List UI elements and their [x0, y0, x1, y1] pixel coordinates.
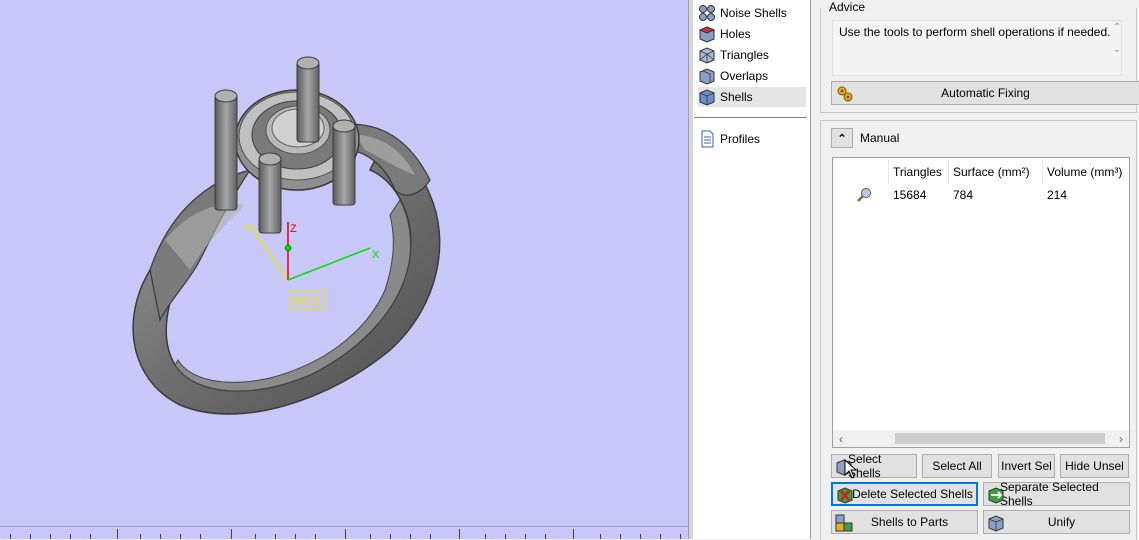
viewport-ruler — [0, 526, 688, 539]
invert-selection-button[interactable]: Invert Sel — [998, 454, 1055, 478]
axis-z-label: Z — [290, 223, 297, 235]
table-header-surface[interactable]: Surface (mm²) — [949, 160, 1043, 184]
mouse-cursor-icon — [844, 459, 858, 479]
holes-icon — [698, 26, 716, 43]
manual-label: Manual — [860, 131, 900, 145]
tree-item-overlaps[interactable]: Overlaps — [698, 66, 806, 86]
separate-shells-icon — [988, 487, 1004, 504]
unify-icon — [988, 515, 1004, 532]
magnifier-icon — [851, 186, 873, 204]
tree-item-label: Shells — [720, 90, 753, 104]
tree-item-label: Profiles — [720, 132, 761, 146]
table-header-triangles[interactable]: Triangles — [889, 160, 949, 184]
separate-selected-shells-button[interactable]: Separate Selected Shells — [983, 480, 1130, 508]
shells-to-parts-button[interactable]: Shells to Parts — [831, 510, 978, 534]
tree-item-label: Triangles — [720, 48, 769, 62]
cell-surface: 784 — [953, 188, 974, 202]
tree-item-label: Noise Shells — [720, 6, 787, 20]
noise-shells-icon — [699, 5, 715, 21]
invert-sel-label: Invert Sel — [1001, 459, 1052, 473]
hide-unsel-label: Hide Unsel — [1065, 459, 1124, 473]
overlaps-icon — [699, 68, 715, 85]
shells-table[interactable]: Triangles Surface (mm²) Volume (mm³) 156… — [832, 157, 1130, 448]
advice-title: Advice — [827, 0, 868, 14]
automatic-fixing-label: Automatic Fixing — [941, 86, 1030, 100]
tree-separator — [694, 117, 807, 118]
unify-button[interactable]: Unify — [983, 510, 1130, 534]
tree-item-noise-shells[interactable]: Noise Shells — [698, 3, 806, 23]
table-horizontal-scrollbar[interactable]: ‹ › — [833, 430, 1129, 447]
cell-triangles: 15684 — [893, 188, 927, 202]
scroll-right-icon[interactable]: › — [1113, 430, 1129, 447]
delete-shells-icon — [837, 487, 853, 504]
advice-scrollbar[interactable]: ⌃ ⌄ — [1110, 22, 1124, 74]
shells-to-parts-icon — [835, 514, 853, 532]
advice-text: Use the tools to perform shell operation… — [832, 20, 1122, 76]
gears-icon — [837, 86, 853, 102]
chevron-up-icon: ⌃ — [837, 132, 847, 145]
scroll-thumb[interactable] — [895, 433, 1105, 444]
scroll-left-icon[interactable]: ‹ — [833, 430, 849, 447]
wcs-label: WCS — [293, 294, 321, 308]
tree-item-holes[interactable]: Holes — [698, 24, 806, 44]
tree-item-label: Overlaps — [720, 69, 769, 83]
automatic-fixing-button[interactable]: Automatic Fixing — [831, 81, 1139, 105]
hide-unselected-button[interactable]: Hide Unsel — [1060, 454, 1129, 478]
delete-selected-label: Delete Selected Shells — [852, 487, 973, 501]
fix-tree-panel: Noise Shells Holes Triangles Overlaps Sh… — [694, 0, 811, 539]
tree-item-triangles[interactable]: Triangles — [698, 45, 806, 65]
shells-to-parts-label: Shells to Parts — [870, 515, 949, 529]
tree-item-shells[interactable]: Shells — [698, 87, 806, 107]
shells-icon — [699, 89, 715, 106]
triangles-icon — [699, 47, 715, 64]
select-all-label: Select All — [932, 459, 982, 473]
ring-model: Y Z X WCS — [132, 56, 441, 415]
3d-viewport[interactable]: Y Z X WCS — [0, 0, 688, 539]
tree-item-profiles[interactable]: Profiles — [698, 129, 806, 149]
axis-x-label: X — [372, 249, 380, 261]
table-header-volume[interactable]: Volume (mm³) — [1043, 160, 1129, 184]
cell-volume: 214 — [1047, 188, 1068, 202]
collapse-manual-button[interactable]: ⌃ — [831, 128, 853, 148]
select-all-button[interactable]: Select All — [922, 454, 992, 478]
profiles-icon — [701, 130, 714, 148]
x-axis-line — [287, 247, 371, 281]
axis-y-label: Y — [243, 223, 251, 235]
table-header-icon-col[interactable] — [835, 160, 889, 184]
unify-label: Unify — [1047, 515, 1076, 529]
delete-selected-shells-button[interactable]: Delete Selected Shells — [831, 482, 978, 506]
tree-item-label: Holes — [720, 27, 751, 41]
separate-selected-label: Separate Selected Shells — [1000, 480, 1099, 508]
